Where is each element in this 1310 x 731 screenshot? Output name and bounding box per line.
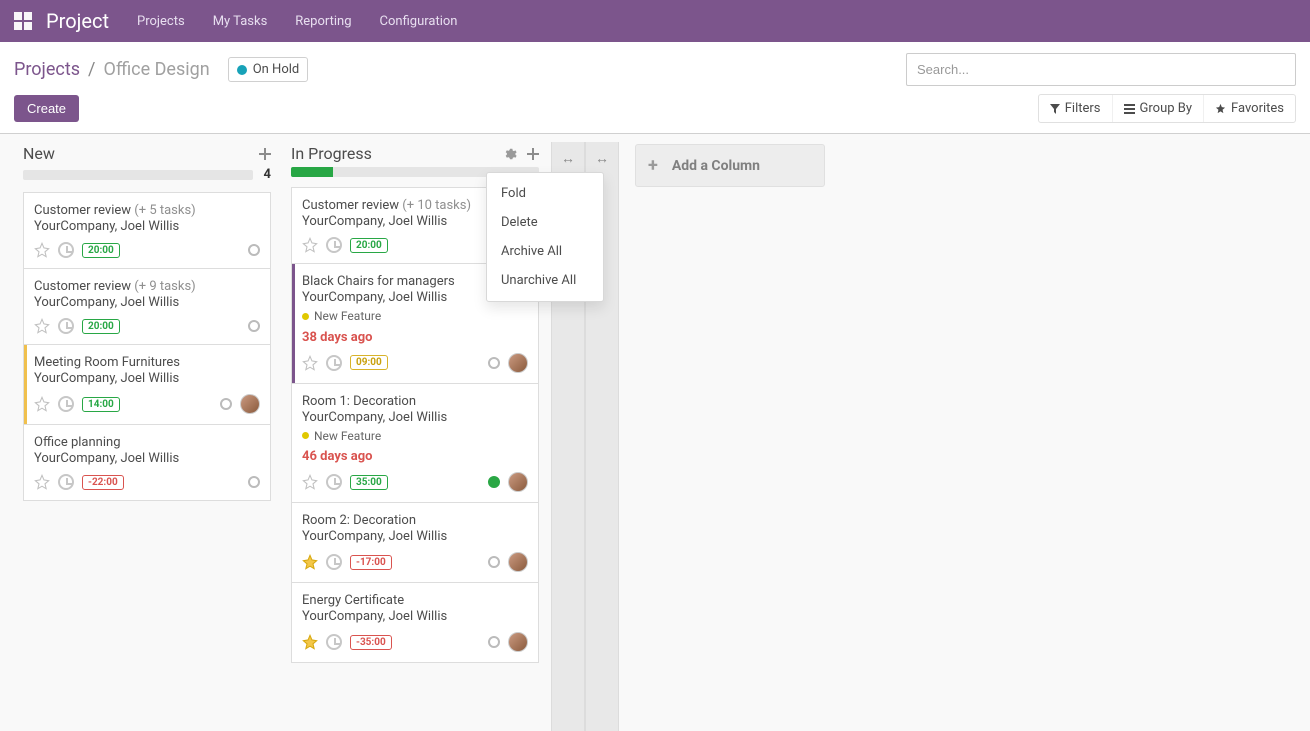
- tag-dot-icon: [302, 432, 309, 439]
- priority-star-icon[interactable]: [34, 318, 50, 334]
- activity-clock-icon[interactable]: [326, 355, 342, 371]
- list-icon: [1124, 104, 1135, 114]
- assignee-avatar[interactable]: [508, 552, 528, 572]
- kanban-state-icon[interactable]: [488, 636, 500, 648]
- tag-dot-icon: [302, 313, 309, 320]
- kanban-state-icon[interactable]: [488, 357, 500, 369]
- nav-link-mytasks[interactable]: My Tasks: [213, 14, 268, 29]
- priority-star-icon[interactable]: [34, 396, 50, 412]
- activity-clock-icon[interactable]: [58, 242, 74, 258]
- kanban-card[interactable]: Meeting Room Furnitures YourCompany, Joe…: [23, 344, 271, 425]
- activity-clock-icon[interactable]: [326, 634, 342, 650]
- breadcrumb-current: Office Design: [103, 59, 209, 80]
- unfold-icon: ↔: [552, 150, 584, 167]
- kanban-card[interactable]: Room 1: Decoration YourCompany, Joel Wil…: [291, 383, 539, 504]
- add-column-label: Add a Column: [672, 158, 760, 174]
- column-title[interactable]: In Progress: [291, 144, 372, 163]
- plus-icon: +: [648, 155, 658, 176]
- column-title[interactable]: New: [23, 144, 55, 163]
- status-dot-icon: [237, 65, 247, 75]
- priority-star-icon[interactable]: [302, 554, 318, 570]
- activity-clock-icon[interactable]: [58, 474, 74, 490]
- project-status-pill[interactable]: On Hold: [228, 57, 309, 82]
- activity-clock-icon[interactable]: [58, 318, 74, 334]
- kanban-card[interactable]: Room 2: Decoration YourCompany, Joel Wil…: [291, 502, 539, 583]
- kanban-state-icon[interactable]: [220, 398, 232, 410]
- priority-star-icon[interactable]: [302, 237, 318, 253]
- kanban-card[interactable]: Office planning YourCompany, Joel Willis…: [23, 424, 271, 501]
- unfold-icon: ↔: [586, 150, 618, 167]
- hours-pill: -35:00: [350, 635, 392, 650]
- kanban-state-icon[interactable]: [488, 556, 500, 568]
- activity-clock-icon[interactable]: [58, 396, 74, 412]
- card-deadline: 46 days ago: [302, 449, 528, 464]
- kanban-card[interactable]: Customer review (+ 9 tasks) YourCompany,…: [23, 268, 271, 345]
- search-options: Filters Group By Favorites: [1038, 94, 1296, 123]
- column-settings-icon[interactable]: [503, 147, 517, 161]
- column-settings-dropdown: Fold Delete Archive All Unarchive All: [486, 172, 604, 302]
- assignee-avatar[interactable]: [508, 472, 528, 492]
- assignee-avatar[interactable]: [508, 632, 528, 652]
- status-label: On Hold: [253, 62, 300, 77]
- priority-star-icon[interactable]: [34, 242, 50, 258]
- kanban-card[interactable]: Energy Certificate YourCompany, Joel Wil…: [291, 582, 539, 663]
- nav-link-projects[interactable]: Projects: [137, 14, 185, 29]
- kanban-state-icon[interactable]: [248, 244, 260, 256]
- groupby-button[interactable]: Group By: [1112, 95, 1204, 122]
- dropdown-item-fold[interactable]: Fold: [487, 179, 603, 208]
- card-deadline: 38 days ago: [302, 330, 528, 345]
- app-name[interactable]: Project: [46, 9, 109, 33]
- hours-pill: -22:00: [82, 475, 124, 490]
- dropdown-item-unarchive-all[interactable]: Unarchive All: [487, 266, 603, 295]
- hours-pill: 20:00: [82, 319, 120, 334]
- column-progress-bar: [23, 170, 253, 180]
- kanban-state-icon[interactable]: [488, 476, 500, 488]
- kanban-column-new: New 4 Customer review (+ 5 tasks) YourCo…: [11, 142, 283, 500]
- kanban-board: New 4 Customer review (+ 5 tasks) YourCo…: [0, 134, 1310, 731]
- favorites-button[interactable]: Favorites: [1203, 95, 1295, 122]
- breadcrumb-parent-link[interactable]: Projects: [14, 59, 80, 80]
- breadcrumb-separator: /: [88, 59, 95, 80]
- kanban-card[interactable]: Customer review (+ 5 tasks) YourCompany,…: [23, 192, 271, 269]
- column-quick-add-icon[interactable]: [527, 148, 539, 160]
- priority-star-icon[interactable]: [34, 474, 50, 490]
- assignee-avatar[interactable]: [508, 353, 528, 373]
- column-count: 4: [259, 167, 271, 182]
- kanban-state-icon[interactable]: [248, 320, 260, 332]
- hours-pill: 20:00: [350, 238, 388, 253]
- star-icon: [1215, 103, 1226, 114]
- activity-clock-icon[interactable]: [326, 474, 342, 490]
- activity-clock-icon[interactable]: [326, 237, 342, 253]
- priority-star-icon[interactable]: [302, 355, 318, 371]
- apps-launcher-icon[interactable]: [14, 12, 32, 30]
- dropdown-item-archive-all[interactable]: Archive All: [487, 237, 603, 266]
- kanban-state-icon[interactable]: [248, 476, 260, 488]
- hours-pill: 09:00: [350, 355, 388, 370]
- column-quick-add-icon[interactable]: [259, 148, 271, 160]
- card-tag: New Feature: [302, 309, 381, 323]
- nav-link-reporting[interactable]: Reporting: [295, 14, 351, 29]
- funnel-icon: [1050, 104, 1060, 114]
- priority-star-icon[interactable]: [302, 474, 318, 490]
- control-panel: Projects / Office Design On Hold Create …: [0, 42, 1310, 134]
- create-button[interactable]: Create: [14, 95, 79, 122]
- hours-pill: 14:00: [82, 397, 120, 412]
- hours-pill: 35:00: [350, 475, 388, 490]
- activity-clock-icon[interactable]: [326, 554, 342, 570]
- card-tag: New Feature: [302, 429, 381, 443]
- navbar: Project Projects My Tasks Reporting Conf…: [0, 0, 1310, 42]
- hours-pill: 20:00: [82, 243, 120, 258]
- priority-star-icon[interactable]: [302, 634, 318, 650]
- add-column-button[interactable]: + Add a Column: [635, 144, 825, 187]
- dropdown-item-delete[interactable]: Delete: [487, 208, 603, 237]
- hours-pill: -17:00: [350, 555, 392, 570]
- nav-link-configuration[interactable]: Configuration: [380, 14, 458, 29]
- kanban-column-inprogress: In Progress Fold Delete Archive All Unar…: [279, 142, 551, 662]
- filters-button[interactable]: Filters: [1039, 95, 1112, 122]
- search-input[interactable]: [906, 53, 1296, 86]
- assignee-avatar[interactable]: [240, 394, 260, 414]
- breadcrumb: Projects / Office Design On Hold: [14, 57, 906, 82]
